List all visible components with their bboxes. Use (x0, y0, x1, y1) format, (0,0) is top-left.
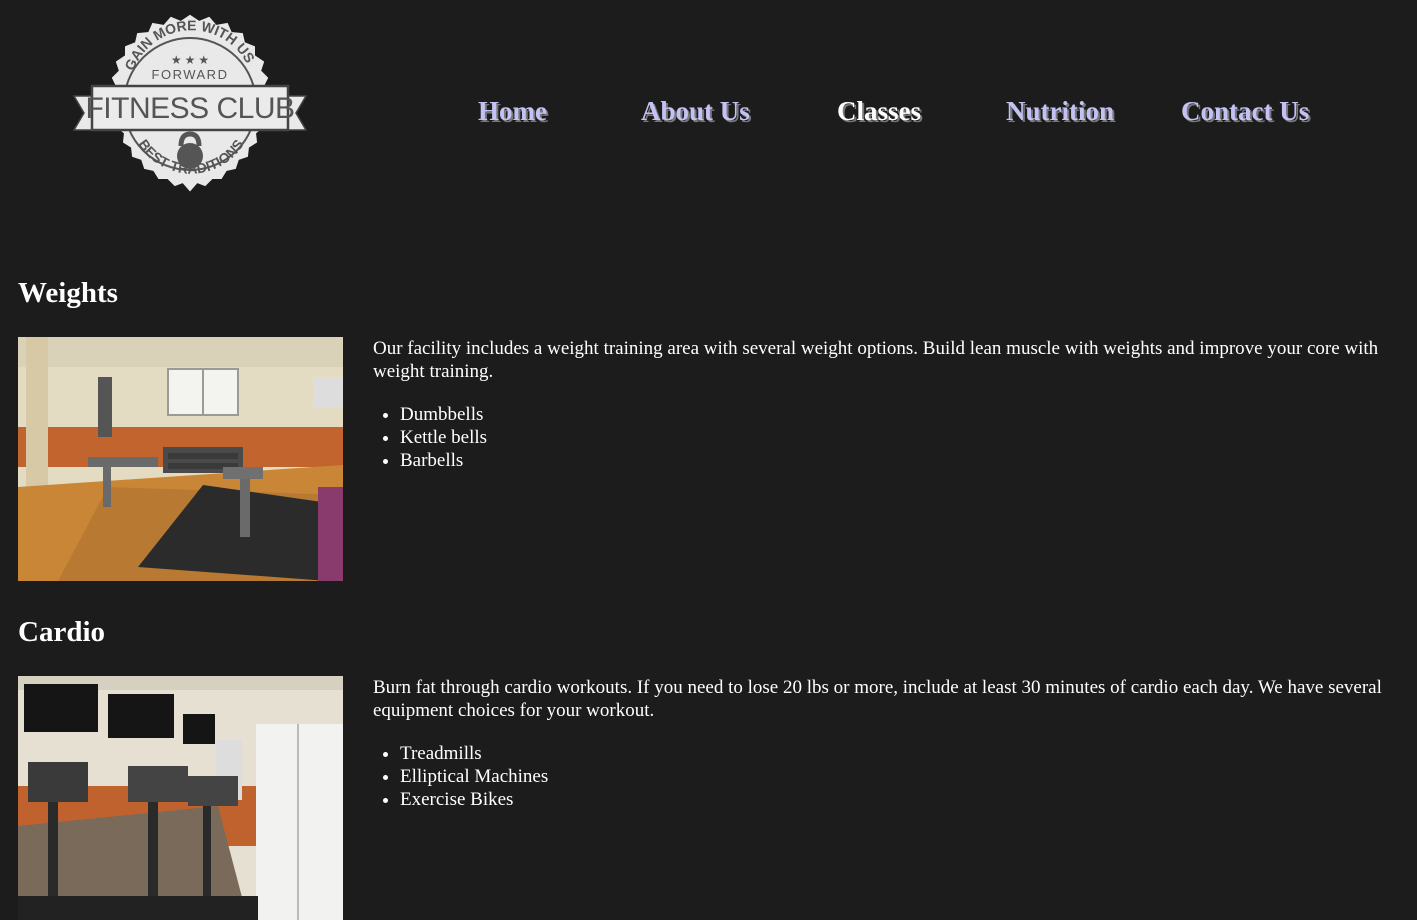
cardio-room-photo (18, 676, 343, 920)
weights-description: Our facility includes a weight training … (373, 337, 1403, 472)
section-description: Burn fat through cardio workouts. If you… (373, 677, 1382, 721)
nav-nutrition[interactable]: Nutrition (1006, 96, 1114, 127)
weights-room-photo (18, 337, 343, 581)
cardio-description: Burn fat through cardio workouts. If you… (373, 676, 1403, 811)
equipment-list: Treadmills Elliptical Machines Exercise … (373, 742, 1403, 811)
nav-contact-us[interactable]: Contact Us (1181, 96, 1309, 127)
list-item: Exercise Bikes (400, 788, 1403, 811)
list-item: Kettle bells (400, 426, 1403, 449)
section-description: Our facility includes a weight training … (373, 338, 1379, 382)
nav-classes[interactable]: Classes (837, 96, 921, 127)
weights-section: Weights Our facility includes a weight t… (18, 275, 1398, 581)
list-item: Dumbbells (400, 403, 1403, 426)
list-item: Barbells (400, 449, 1403, 472)
cardio-section: Cardio Burn fat through cardio workouts.… (18, 614, 1398, 920)
nav-home[interactable]: Home (478, 96, 547, 127)
site-header: FITNESS CLUB GAIN MORE WITH US ★ ★ ★ FOR… (0, 0, 1417, 240)
equipment-list: Dumbbells Kettle bells Barbells (373, 403, 1403, 472)
section-title: Weights (18, 277, 118, 309)
list-item: Treadmills (400, 742, 1403, 765)
logo-forward: FORWARD (152, 67, 229, 82)
section-title: Cardio (18, 616, 105, 648)
nav-about-us[interactable]: About Us (641, 96, 750, 127)
main-nav: Home About Us Classes Nutrition Contact … (0, 96, 1417, 136)
star-icon: ★ ★ ★ (171, 53, 209, 67)
list-item: Elliptical Machines (400, 765, 1403, 788)
